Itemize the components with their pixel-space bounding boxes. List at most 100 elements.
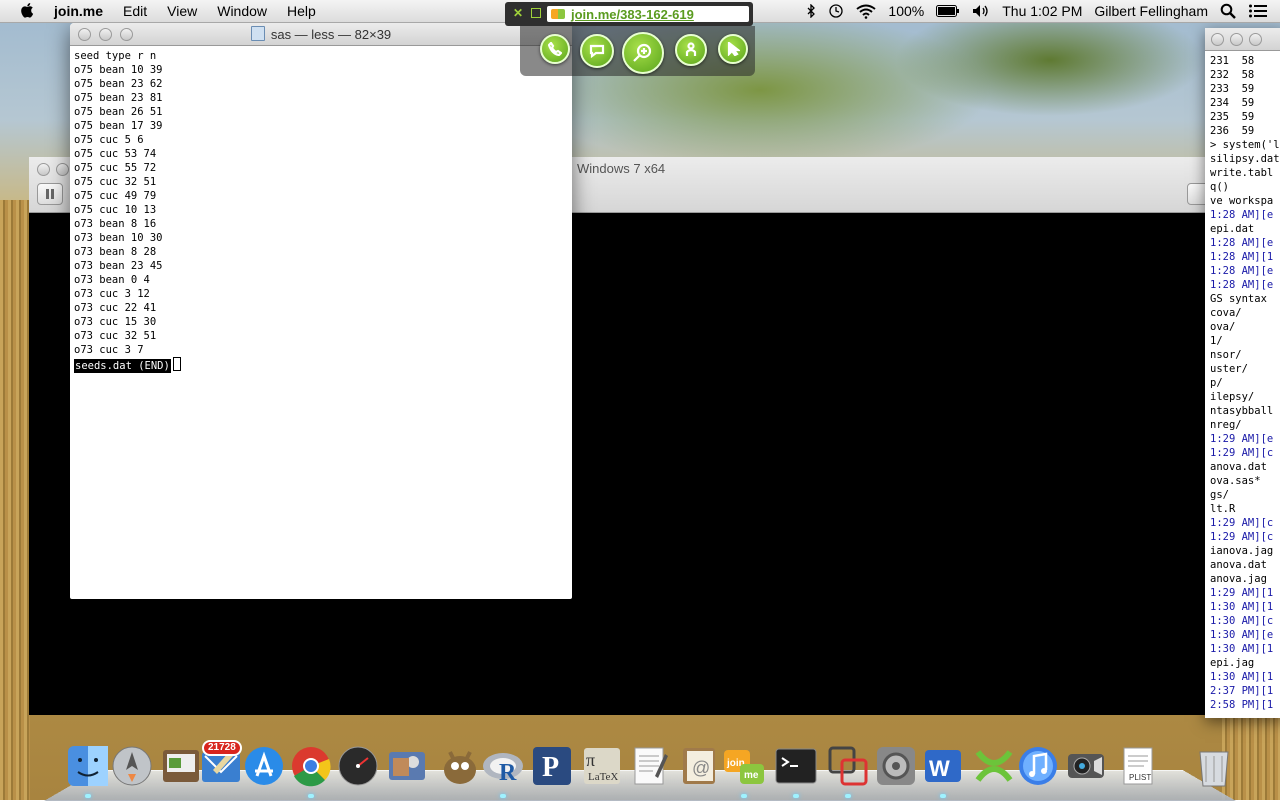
r-console-output[interactable]: 231 58 232 58 233 59 234 59 235 59 236 59 > sy… [1205, 51, 1280, 712]
textedit-icon[interactable] [627, 744, 671, 788]
joinme-minimize-icon[interactable] [531, 8, 541, 18]
r-console-line: ntasybball [1210, 405, 1274, 417]
r-console-line: gs/ [1210, 489, 1229, 501]
gimp-icon[interactable] [438, 744, 482, 788]
joinme-close-icon[interactable]: ✕ [513, 6, 523, 20]
word-icon[interactable]: W [921, 744, 965, 788]
r-console-line: 236 59 [1210, 125, 1255, 137]
r-window-controls [1211, 33, 1262, 46]
battery-icon[interactable] [936, 5, 960, 17]
terminal-icon[interactable] [774, 744, 818, 788]
r-console-line: p/ [1210, 377, 1223, 389]
menu-view[interactable]: View [167, 3, 197, 19]
terminal-line: o75 cuc 32 51 [74, 176, 157, 188]
r-minimize-button[interactable] [1230, 33, 1243, 46]
notification-center-icon[interactable] [1248, 3, 1268, 19]
pandora-icon[interactable]: P [530, 744, 574, 788]
joinme-logo-icon [551, 9, 565, 19]
r-console-line: 2:37 PM][1 [1210, 685, 1274, 697]
joinme-icon[interactable]: join me [722, 744, 766, 788]
app-store-icon[interactable] [242, 744, 286, 788]
r-console-line: 1:29 AM][c [1210, 517, 1274, 529]
preview-icon[interactable] [159, 744, 203, 788]
joinme-url-bar: ✕ join.me/383-162-619 [505, 2, 753, 26]
spotlight-search-icon[interactable] [1220, 3, 1236, 19]
r-console-line: 1:28 AM][e [1210, 209, 1274, 221]
menubar-user[interactable]: Gilbert Fellingham [1094, 3, 1208, 19]
r-console-line: 1:29 AM][c [1210, 531, 1274, 543]
terminal-line: o75 cuc 49 79 [74, 190, 157, 202]
address-book-icon[interactable]: @ [677, 744, 721, 788]
chrome-icon[interactable] [289, 744, 333, 788]
menu-help[interactable]: Help [287, 3, 316, 19]
facetime-icon[interactable] [1064, 744, 1108, 788]
r-zoom-button[interactable] [1249, 33, 1262, 46]
terminal-line: o75 bean 10 39 [74, 64, 163, 76]
document-proxy-icon[interactable] [250, 26, 265, 41]
r-console-line: 1:28 AM][e [1210, 237, 1274, 249]
r-console-line: 1:28 AM][1 [1210, 251, 1274, 263]
plist-icon[interactable]: PLIST [1116, 744, 1160, 788]
chat-icon[interactable] [580, 34, 614, 68]
r-console-line: 1:30 AM][1 [1210, 643, 1274, 655]
people-icon[interactable] [675, 34, 707, 66]
vmware-icon[interactable] [826, 744, 870, 788]
terminal-line: o73 cuc 22 41 [74, 302, 157, 314]
iphoto-icon[interactable] [385, 744, 429, 788]
bluetooth-icon[interactable] [806, 4, 816, 18]
itunes-icon[interactable] [1016, 744, 1060, 788]
vm-minimize-button[interactable] [56, 163, 69, 176]
phone-icon[interactable] [540, 34, 570, 64]
r-console-line: epi.dat [1210, 223, 1255, 235]
vm-close-button[interactable] [37, 163, 50, 176]
trash-icon[interactable] [1192, 744, 1236, 788]
r-console-line: write.tabl [1210, 167, 1274, 179]
r-console-line: epi.jag [1210, 657, 1255, 669]
joinme-toolbar [520, 26, 755, 76]
r-close-button[interactable] [1211, 33, 1224, 46]
r-console-line: ve workspa [1210, 195, 1274, 207]
pointer-icon[interactable] [718, 34, 748, 64]
r-console-line: > system('ls [1210, 139, 1280, 151]
menubar-clock[interactable]: Thu 1:02 PM [1002, 3, 1082, 19]
terminal-titlebar[interactable]: sas — less — 82×39 [70, 23, 572, 46]
terminal-window[interactable]: sas — less — 82×39 seed type r n o75 bean… [70, 23, 572, 599]
system-prefs-icon[interactable] [874, 744, 918, 788]
r-console-line: GS syntax [1210, 293, 1267, 305]
vm-pause-button[interactable] [37, 183, 63, 205]
time-machine-icon[interactable] [828, 3, 844, 19]
battery-percent[interactable]: 100% [888, 3, 924, 19]
r-icon[interactable]: R [481, 744, 525, 788]
r-console-line: 1:29 AM][c [1210, 447, 1274, 459]
r-console-line: 1:28 AM][e [1210, 279, 1274, 291]
r-console-line: anova.jag [1210, 573, 1267, 585]
r-console-line: nreg/ [1210, 419, 1242, 431]
growl-icon[interactable] [972, 744, 1016, 788]
menu-edit[interactable]: Edit [123, 3, 147, 19]
terminal-line: o73 cuc 3 7 [74, 344, 144, 356]
zoom-icon[interactable] [622, 32, 664, 74]
finder-icon[interactable] [66, 744, 110, 788]
volume-icon[interactable] [972, 4, 990, 18]
svg-text:PLIST: PLIST [1129, 773, 1151, 782]
svg-text:@: @ [692, 758, 710, 778]
terminal-content[interactable]: seed type r n o75 bean 10 39 o75 bean 23 6… [70, 46, 572, 374]
joinme-url-field[interactable]: join.me/383-162-619 [547, 6, 749, 22]
r-console-line: ova.sas* [1210, 475, 1261, 487]
r-console-line: lt.R [1210, 503, 1236, 515]
r-console-line: 231 58 [1210, 55, 1255, 67]
r-console-line: cova/ [1210, 307, 1242, 319]
dashboard-icon[interactable] [336, 744, 380, 788]
menu-app-name[interactable]: join.me [54, 3, 103, 19]
r-console-titlebar[interactable] [1205, 28, 1280, 51]
terminal-title: sas — less — 82×39 [70, 26, 572, 42]
terminal-line: o75 bean 26 51 [74, 106, 163, 118]
menu-window[interactable]: Window [217, 3, 267, 19]
launchpad-icon[interactable] [110, 744, 154, 788]
joinme-url-link[interactable]: join.me/383-162-619 [571, 7, 694, 22]
dock-running-indicator [500, 794, 506, 798]
r-console-window[interactable]: 231 58 232 58 233 59 234 59 235 59 236 59 > sy… [1205, 28, 1280, 718]
apple-icon[interactable] [20, 2, 36, 18]
latex-icon[interactable]: π LaTeX [580, 744, 624, 788]
wifi-icon[interactable] [856, 4, 877, 19]
